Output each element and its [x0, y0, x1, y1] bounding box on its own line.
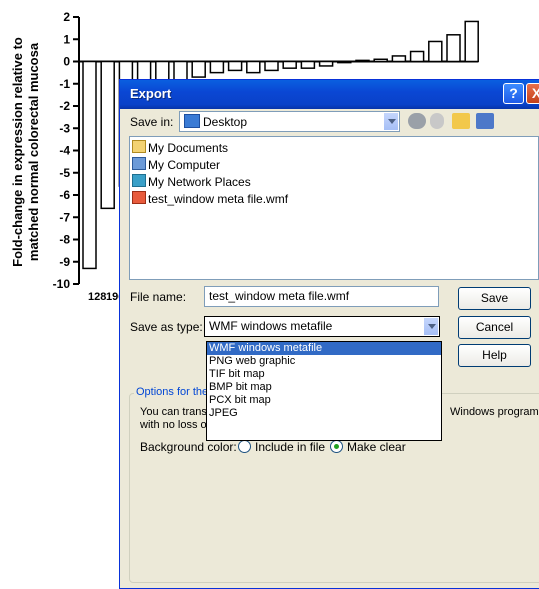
- radio-icon[interactable]: [238, 440, 251, 453]
- y-tick-label: -7: [59, 210, 70, 224]
- list-item[interactable]: My Network Places: [132, 174, 251, 190]
- dropdown-option[interactable]: BMP bit map: [207, 381, 441, 394]
- dropdown-option[interactable]: TIF bit map: [207, 368, 441, 381]
- list-item[interactable]: test_window meta file.wmf: [132, 191, 288, 207]
- bar: [209, 60, 225, 74]
- y-tick-label: 1: [63, 32, 70, 46]
- save-in-combo[interactable]: Desktop: [179, 111, 400, 132]
- file-name-input[interactable]: test_window meta file.wmf: [204, 286, 439, 307]
- dialog-titlebar[interactable]: Export ? X: [120, 80, 539, 109]
- chevron-down-icon[interactable]: [423, 318, 438, 335]
- dropdown-option[interactable]: PCX bit map: [207, 394, 441, 407]
- dropdown-option[interactable]: WMF windows metafile: [207, 342, 441, 355]
- y-tick-label: -10: [53, 277, 71, 291]
- save-as-type-combo[interactable]: WMF windows metafile: [204, 316, 440, 337]
- bar: [191, 60, 206, 78]
- y-tick-label: -3: [59, 121, 70, 135]
- save-as-type-label: Save as type:: [130, 320, 203, 334]
- bar: [100, 60, 115, 210]
- bar: [337, 60, 352, 64]
- bar: [282, 60, 297, 69]
- save-in-value: Desktop: [203, 115, 248, 129]
- desktop-icon: [184, 114, 200, 128]
- y-tick-label: -5: [59, 166, 70, 180]
- options-text-end: Windows programs: [450, 406, 539, 418]
- bar: [318, 60, 334, 67]
- chevron-down-icon[interactable]: [383, 113, 398, 130]
- y-axis-label: Fold-change in expression relative to: [10, 37, 25, 267]
- file-list[interactable]: My Documents My Computer My Network Plac…: [129, 136, 539, 280]
- y-axis-label-line2: matched normal colorectal mucosa: [26, 42, 41, 261]
- y-tick-label: -1: [59, 77, 70, 91]
- my-documents-icon: [132, 140, 146, 153]
- list-item[interactable]: My Documents: [132, 140, 228, 156]
- y-tick-label: -8: [59, 233, 70, 247]
- bar: [300, 60, 316, 69]
- include-in-file-radio[interactable]: Include in file: [238, 440, 325, 454]
- save-as-type-dropdown[interactable]: WMF windows metafile PNG web graphic TIF…: [206, 341, 442, 441]
- x-tick-label: 128: [88, 291, 106, 303]
- background-color-label: Background color:: [140, 440, 237, 454]
- new-folder-icon[interactable]: [452, 113, 470, 129]
- bar: [428, 40, 443, 63]
- network-places-icon: [132, 174, 146, 187]
- up-folder-icon[interactable]: [430, 113, 444, 129]
- save-button[interactable]: Save: [458, 287, 531, 310]
- y-tick-label: -6: [59, 188, 70, 202]
- list-item[interactable]: My Computer: [132, 157, 220, 173]
- bar: [391, 55, 407, 63]
- view-menu-icon[interactable]: [476, 113, 494, 129]
- y-tick-label: -9: [59, 255, 70, 269]
- bar: [409, 50, 425, 63]
- help-button[interactable]: Help: [458, 344, 531, 367]
- cancel-button[interactable]: Cancel: [458, 316, 531, 339]
- bar: [227, 60, 243, 72]
- titlebar-help-button[interactable]: ?: [503, 83, 524, 104]
- save-in-label: Save in:: [130, 115, 174, 129]
- bar: [82, 60, 97, 270]
- export-dialog: Export ? X Save in: Desktop My Documents…: [119, 79, 539, 589]
- options-text-start: You can trans: [140, 406, 207, 418]
- bar: [373, 58, 388, 63]
- bar: [446, 34, 461, 63]
- wmf-file-icon: [132, 191, 146, 204]
- y-tick-label: -4: [59, 144, 70, 158]
- file-name-label: File name:: [130, 290, 187, 304]
- make-clear-radio[interactable]: Make clear: [330, 440, 406, 454]
- dropdown-option[interactable]: PNG web graphic: [207, 355, 441, 368]
- radio-selected-icon[interactable]: [330, 440, 343, 453]
- dialog-title: Export: [130, 86, 172, 101]
- titlebar-close-button[interactable]: X: [526, 83, 539, 104]
- my-computer-icon: [132, 157, 146, 170]
- dropdown-option[interactable]: JPEG: [207, 407, 441, 420]
- bar: [464, 20, 479, 63]
- options-group-title: Options for the: [134, 386, 211, 398]
- back-icon[interactable]: [408, 113, 426, 129]
- bar: [355, 59, 370, 63]
- bar: [264, 60, 279, 72]
- y-tick-label: 2: [63, 10, 70, 24]
- y-tick-label: 0: [63, 55, 70, 69]
- bar: [246, 60, 261, 74]
- y-tick-label: -2: [59, 99, 70, 113]
- save-as-type-value: WMF windows metafile: [209, 319, 333, 333]
